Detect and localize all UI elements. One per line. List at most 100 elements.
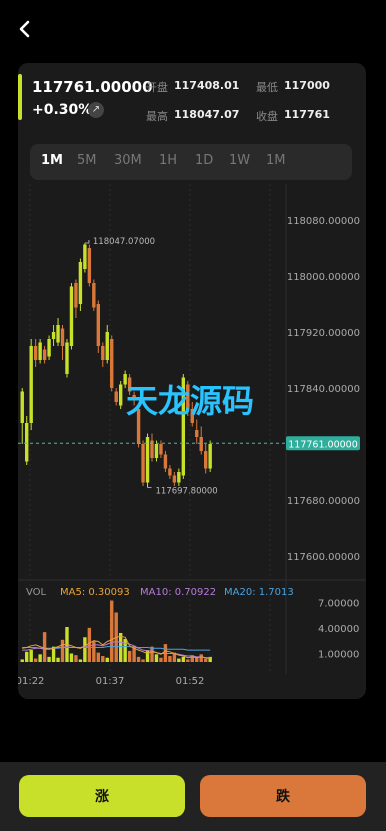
volume-bar [141,659,145,662]
candle-body [33,346,38,360]
volume-bar [154,654,159,662]
volume-bar [56,657,60,662]
candle-body [96,304,101,346]
candle-body [199,437,203,451]
volume-bar [203,658,208,662]
high-marker-label: 118047.07000 [93,237,155,247]
volume-bar [20,659,24,662]
y-tick-label: 117920.00000 [287,328,360,339]
candle-body [177,472,181,483]
volume-bar [42,632,47,662]
y-tick-label: 118080.00000 [287,216,360,227]
volume-bar [199,654,203,662]
stat-open-value: 117408.01 [174,79,240,92]
candle-body [87,248,92,283]
stat-low-label: 最低 [256,81,278,94]
chevron-left-icon [19,20,30,38]
current-price: 117761.00000 [32,78,153,96]
tab-30m[interactable]: 30M [114,153,142,168]
candle-body [42,349,47,360]
candle-body [78,262,83,304]
ma5-label: MA5: 0.30093 [60,587,130,598]
candle-body [25,423,29,462]
candle-body [110,339,114,388]
volume-bar [186,659,190,662]
volume-bar [168,656,172,662]
volume-bar [181,656,186,662]
fall-button[interactable]: 跌 [200,775,366,817]
current-price-label: 117761.00000 [288,439,358,450]
volume-bar [47,656,51,662]
candle-body [172,475,177,483]
tab-1mo[interactable]: 1M [266,153,286,168]
stat-close-label: 收盘 [256,110,278,123]
candle-body [51,332,56,339]
volume-bar [25,651,29,662]
x-tick-label: 01:22 [18,676,44,687]
volume-bar [87,627,92,662]
candle-body [74,283,78,308]
volume-bar [29,650,33,662]
arrow-up-right-icon: ↗ [88,102,104,118]
candle-body [83,244,87,269]
candle-body [56,325,60,343]
volume-bar [96,652,101,662]
tab-1d[interactable]: 1D [195,153,213,168]
candle-body [105,332,109,360]
ma10-label: MA10: 0.70922 [140,587,216,598]
volume-bar [83,637,87,662]
tab-5m[interactable]: 5M [77,153,97,168]
volume-bar [150,646,154,662]
vol-tick-label: 4.00000 [318,624,359,635]
stat-high-label: 最高 [146,110,168,123]
low-marker-label: 117697.80000 [156,487,218,497]
volume-bar [38,654,42,662]
candle-body [118,384,123,406]
volume-bar [145,650,150,662]
candle-body [38,342,42,360]
back-button[interactable] [14,16,38,42]
volume-bar [195,657,199,662]
candlestick-chart[interactable]: 118080.00000 118000.00000 117920.00000 1178… [18,184,366,694]
candle-body [114,391,118,402]
x-tick-label: 01:37 [96,676,125,687]
watermark-text: 天龙源码 [126,382,254,420]
volume-bar [74,655,78,662]
candle-body [101,346,105,360]
candle-body [60,328,65,346]
y-tick-label: 117680.00000 [287,496,360,507]
y-tick-label: 118000.00000 [287,272,360,283]
volume-bar [69,653,74,662]
candle-body [168,468,172,476]
candle-body [29,346,33,423]
tab-1w[interactable]: 1W [229,153,250,168]
price-accent-bar [18,74,22,120]
stat-low-value: 117000 [284,79,330,92]
vol-tick-label: 1.00000 [318,649,359,660]
tab-1m[interactable]: 1M [41,153,63,168]
candle-body [20,391,24,423]
candle-body [163,454,168,469]
volume-bar [159,657,163,662]
candle-body [208,444,212,469]
candle-body [154,444,159,458]
candle-body [69,286,74,346]
volume-bar [105,657,109,662]
ma20-label: MA20: 1.7013 [224,587,294,598]
candle-body [159,444,163,455]
y-tick-label: 117600.00000 [287,552,360,563]
stat-open-label: 开盘 [146,81,168,94]
volume-bar [123,638,127,662]
candle-body [145,437,150,483]
stat-close-value: 117761 [284,108,330,121]
volume-bar [127,650,132,662]
rise-button[interactable]: 涨 [19,775,185,817]
candle-body [47,339,51,357]
tab-1h[interactable]: 1H [159,153,177,168]
high-marker-tick [84,240,90,244]
volume-bar [33,658,38,662]
vol-tick-label: 7.00000 [318,598,359,609]
price-change: +0.30% [32,102,93,118]
candle-body [195,430,199,437]
volume-bar [60,639,65,662]
